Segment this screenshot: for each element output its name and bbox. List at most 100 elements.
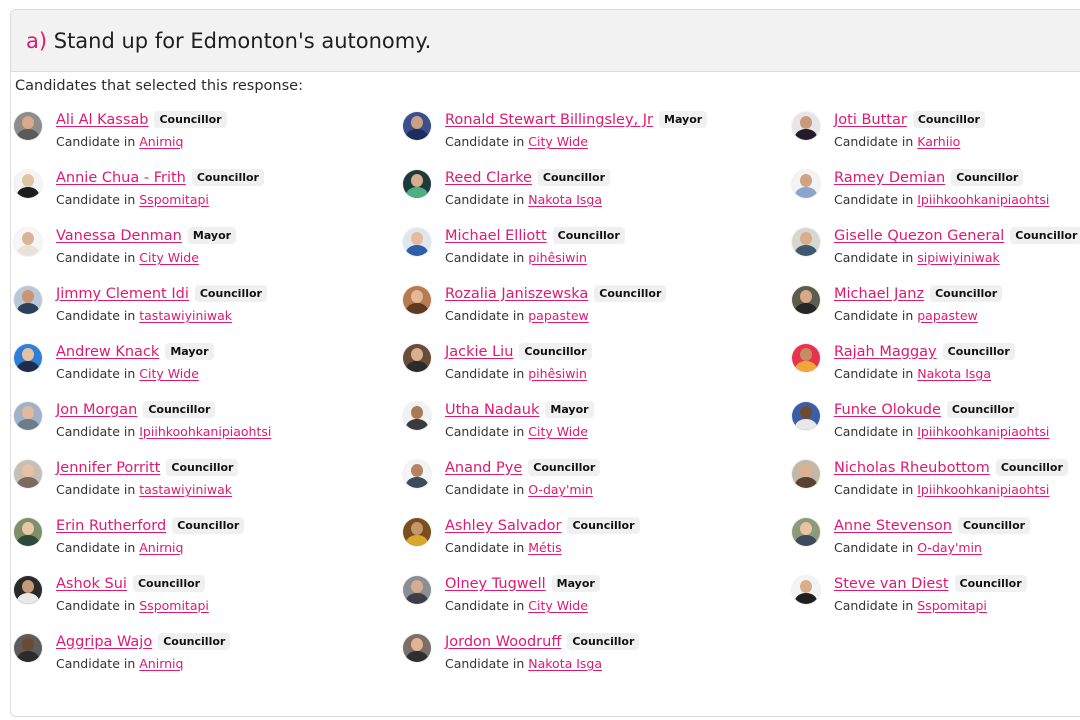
candidate-ward-link[interactable]: City Wide — [528, 598, 588, 613]
candidate-avatar[interactable] — [14, 402, 42, 430]
candidate-name-link[interactable]: Jennifer Porritt — [56, 460, 160, 476]
candidate-ward-link[interactable]: tastawiyiniwak — [139, 482, 232, 497]
candidate-avatar[interactable] — [403, 634, 431, 662]
candidate-avatar[interactable] — [14, 518, 42, 546]
candidate-ward-link[interactable]: pihêsiwin — [528, 250, 587, 265]
candidate-ward-link[interactable]: City Wide — [528, 424, 588, 439]
candidate-avatar[interactable] — [14, 344, 42, 372]
candidate-name-link[interactable]: Rajah Maggay — [834, 344, 937, 360]
candidate-name-link[interactable]: Steve van Diest — [834, 576, 949, 592]
candidate-name-link[interactable]: Ashok Sui — [56, 576, 127, 592]
candidate-ward-link[interactable]: City Wide — [528, 134, 588, 149]
candidate-ward-link[interactable]: Ipiihkoohkanipiaohtsi — [917, 482, 1049, 497]
candidate-ward-link[interactable]: Ipiihkoohkanipiaohtsi — [139, 424, 271, 439]
candidate-ward-link[interactable]: Sspomitapi — [139, 192, 209, 207]
candidate-role-badge: Councillor — [1010, 227, 1080, 244]
candidate-name-link[interactable]: Jordon Woodruff — [445, 634, 561, 650]
candidate-ward-line: Candidate in City Wide — [56, 250, 199, 265]
candidate-ward-link[interactable]: O-day'min — [917, 540, 982, 555]
candidate-ward-line: Candidate in Anirniq — [56, 656, 183, 671]
candidate-name-link[interactable]: Rozalia Janiszewska — [445, 286, 588, 302]
candidate-avatar[interactable] — [14, 228, 42, 256]
candidate-name-link[interactable]: Ramey Demian — [834, 170, 945, 186]
candidate-avatar[interactable] — [14, 170, 42, 198]
candidate-avatar[interactable] — [403, 460, 431, 488]
candidate-name-link[interactable]: Michael Elliott — [445, 228, 547, 244]
candidate-name-link[interactable]: Jackie Liu — [445, 344, 513, 360]
candidate-avatar[interactable] — [14, 576, 42, 604]
candidate-name-link[interactable]: Giselle Quezon General — [834, 228, 1004, 244]
candidate-name-link[interactable]: Joti Buttar — [834, 112, 907, 128]
candidate-name-link[interactable]: Anand Pye — [445, 460, 522, 476]
candidate-ward-prefix: Candidate in — [834, 366, 918, 381]
candidate-name-line: Nicholas Rheubottom Councillor — [834, 459, 1068, 476]
candidate-ward-line: Candidate in O-day'min — [445, 482, 593, 497]
candidate-name-link[interactable]: Funke Olokude — [834, 402, 941, 418]
candidate-name-link[interactable]: Reed Clarke — [445, 170, 532, 186]
candidate-avatar[interactable] — [792, 576, 820, 604]
candidate-ward-line: Candidate in sipiwiyiniwak — [834, 250, 1000, 265]
candidate-ward-link[interactable]: Métis — [528, 540, 561, 555]
candidate-name-link[interactable]: Nicholas Rheubottom — [834, 460, 990, 476]
candidate-avatar[interactable] — [792, 402, 820, 430]
candidate-avatar[interactable] — [403, 112, 431, 140]
candidate-avatar[interactable] — [14, 634, 42, 662]
candidate-name-link[interactable]: Erin Rutherford — [56, 518, 166, 534]
candidate-avatar[interactable] — [14, 286, 42, 314]
candidate-ward-link[interactable]: Ipiihkoohkanipiaohtsi — [917, 424, 1049, 439]
candidate-ward-link[interactable]: Sspomitapi — [139, 598, 209, 613]
candidate-name-link[interactable]: Olney Tugwell — [445, 576, 546, 592]
candidate-avatar[interactable] — [792, 460, 820, 488]
candidate-avatar[interactable] — [792, 112, 820, 140]
candidate-item: Jennifer Porritt Councillor Candidate in t… — [14, 459, 399, 518]
candidate-ward-link[interactable]: Ipiihkoohkanipiaohtsi — [917, 192, 1049, 207]
candidate-ward-link[interactable]: City Wide — [139, 250, 199, 265]
candidate-ward-link[interactable]: City Wide — [139, 366, 199, 381]
candidate-item: Jimmy Clement Idi Councillor Candidate in … — [14, 285, 399, 344]
candidate-avatar[interactable] — [403, 170, 431, 198]
candidate-ward-link[interactable]: sipiwiyiniwak — [917, 250, 999, 265]
candidate-ward-link[interactable]: Anirniq — [139, 134, 183, 149]
candidate-name-link[interactable]: Utha Nadauk — [445, 402, 539, 418]
candidate-avatar[interactable] — [792, 344, 820, 372]
candidate-avatar[interactable] — [403, 286, 431, 314]
candidate-avatar[interactable] — [403, 228, 431, 256]
candidate-ward-link[interactable]: Sspomitapi — [917, 598, 987, 613]
candidate-avatar[interactable] — [403, 576, 431, 604]
candidate-item: Anne Stevenson Councillor Candidate in O-d… — [792, 517, 1080, 576]
candidate-name-link[interactable]: Anne Stevenson — [834, 518, 952, 534]
candidate-ward-link[interactable]: Anirniq — [139, 656, 183, 671]
candidate-ward-link[interactable]: Anirniq — [139, 540, 183, 555]
candidate-ward-link[interactable]: pihêsiwin — [528, 366, 587, 381]
candidate-ward-link[interactable]: Nakota Isga — [528, 192, 602, 207]
candidate-avatar[interactable] — [792, 228, 820, 256]
candidate-name-link[interactable]: Ashley Salvador — [445, 518, 561, 534]
candidate-name-link[interactable]: Ronald Stewart Billingsley, Jr — [445, 112, 653, 128]
candidate-name-link[interactable]: Michael Janz — [834, 286, 924, 302]
candidate-avatar[interactable] — [792, 286, 820, 314]
candidate-ward-link[interactable]: Nakota Isga — [528, 656, 602, 671]
candidate-ward-link[interactable]: Nakota Isga — [917, 366, 991, 381]
candidate-name-link[interactable]: Aggripa Wajo — [56, 634, 152, 650]
candidate-ward-link[interactable]: Karhiio — [917, 134, 960, 149]
candidate-name-link[interactable]: Ali Al Kassab — [56, 112, 148, 128]
candidate-name-link[interactable]: Vanessa Denman — [56, 228, 182, 244]
candidate-ward-link[interactable]: papastew — [917, 308, 978, 323]
candidate-avatar[interactable] — [403, 402, 431, 430]
candidate-avatar[interactable] — [403, 518, 431, 546]
candidate-avatar[interactable] — [403, 344, 431, 372]
candidate-name-link[interactable]: Andrew Knack — [56, 344, 159, 360]
candidate-name-line: Anand Pye Councillor — [445, 459, 601, 476]
candidate-ward-link[interactable]: tastawiyiniwak — [139, 308, 232, 323]
candidate-avatar[interactable] — [14, 460, 42, 488]
candidate-ward-prefix: Candidate in — [834, 482, 918, 497]
candidate-name-link[interactable]: Annie Chua - Frith — [56, 170, 186, 186]
candidate-avatar[interactable] — [14, 112, 42, 140]
candidate-ward-link[interactable]: O-day'min — [528, 482, 593, 497]
candidate-avatar[interactable] — [792, 170, 820, 198]
candidate-name-link[interactable]: Jon Morgan — [56, 402, 137, 418]
candidate-role-badge: Councillor — [957, 517, 1031, 534]
candidate-ward-link[interactable]: papastew — [528, 308, 589, 323]
candidate-name-link[interactable]: Jimmy Clement Idi — [56, 286, 189, 302]
candidate-avatar[interactable] — [792, 518, 820, 546]
